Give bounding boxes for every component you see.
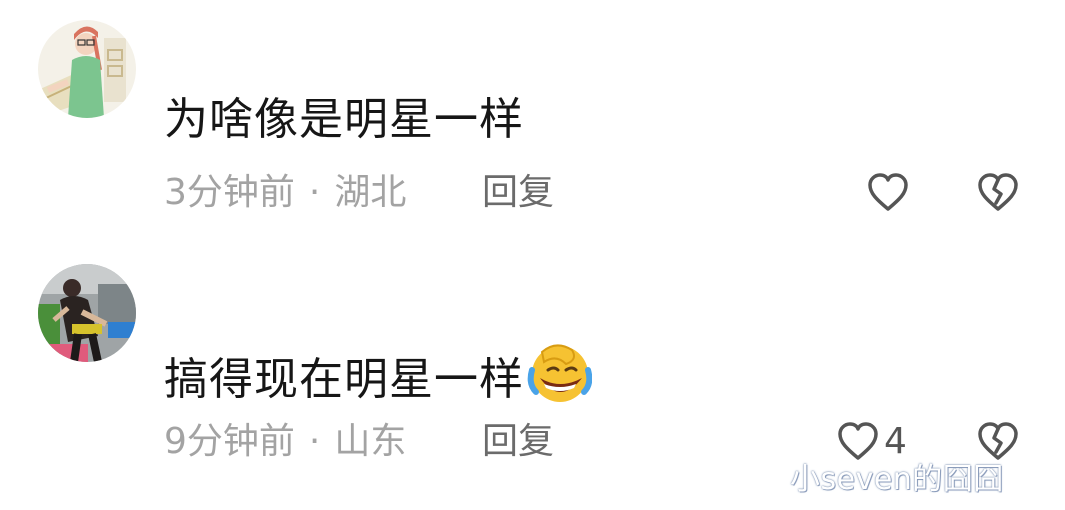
avatar[interactable] <box>38 264 136 362</box>
watermark: 小seven的囧囧 <box>790 462 1004 497</box>
comment-meta: 9分钟前 · 山东 <box>164 424 406 460</box>
comment-text: 为啥像是明星一样 <box>164 94 524 145</box>
reply-button[interactable]: 回复 <box>482 424 554 460</box>
comment-meta: 3分钟前 · 湖北 <box>164 175 406 211</box>
avatar[interactable] <box>38 20 136 118</box>
dislike-button[interactable] <box>976 171 1020 215</box>
comment-location: 山东 <box>334 421 407 462</box>
comment-text: 搞得现在明星一样 <box>164 344 593 418</box>
comment-text-content: 搞得现在明星一样 <box>164 354 524 405</box>
broken-heart-icon <box>978 173 1018 211</box>
meta-separator: · <box>308 421 321 462</box>
meta-separator: · <box>308 172 321 213</box>
reply-button[interactable]: 回复 <box>482 175 554 211</box>
avatar-photo <box>38 264 136 362</box>
comment-location: 湖北 <box>334 172 407 213</box>
avatar-illustration <box>38 20 136 118</box>
comment-time: 3分钟前 <box>164 172 295 213</box>
rolling-laughing-emoji <box>526 340 593 412</box>
heart-outline-icon <box>868 173 908 211</box>
like-button[interactable] <box>866 171 914 215</box>
comment-list: 为啥像是明星一样 3分钟前 · 湖北 回复 搞得现在明星一样 9分钟前 · 山东… <box>0 0 1065 510</box>
comment-time: 9分钟前 <box>164 421 295 462</box>
